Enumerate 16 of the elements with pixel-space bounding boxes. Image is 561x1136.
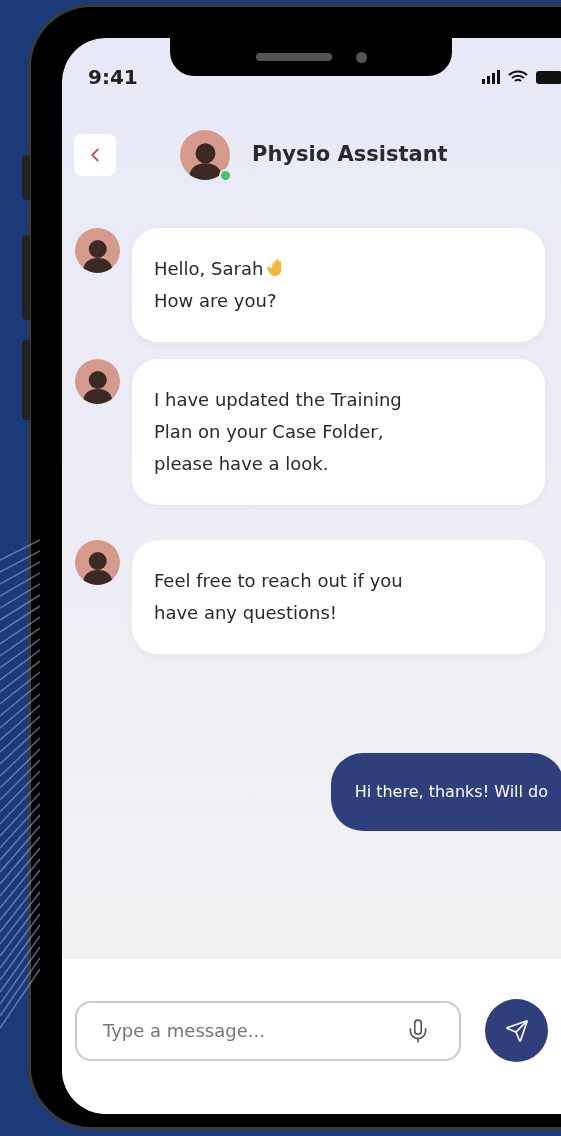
received-message-bubble: I have updated the Training Plan on your Case Folder, please have a look.	[132, 359, 545, 505]
avatar	[180, 130, 230, 180]
received-message-bubble: Hello, Sarah How are you?	[132, 228, 545, 342]
chat-title: Physio Assistant	[252, 141, 448, 169]
signal-icon	[482, 70, 500, 84]
message-input[interactable]: Type a message...	[75, 1000, 461, 1061]
wifi-icon	[508, 70, 528, 84]
received-message-bubble: Feel free to reach out if you have any questions!	[132, 540, 545, 654]
avatar	[75, 228, 120, 273]
status-time: 9:41	[88, 64, 138, 91]
avatar	[75, 359, 120, 404]
message-text-input[interactable]: Type a message...	[103, 1017, 405, 1044]
send-icon	[504, 1018, 529, 1043]
avatar	[75, 540, 120, 585]
sent-message-bubble: Hi there, thanks! Will do	[330, 753, 561, 831]
battery-icon	[536, 70, 561, 84]
